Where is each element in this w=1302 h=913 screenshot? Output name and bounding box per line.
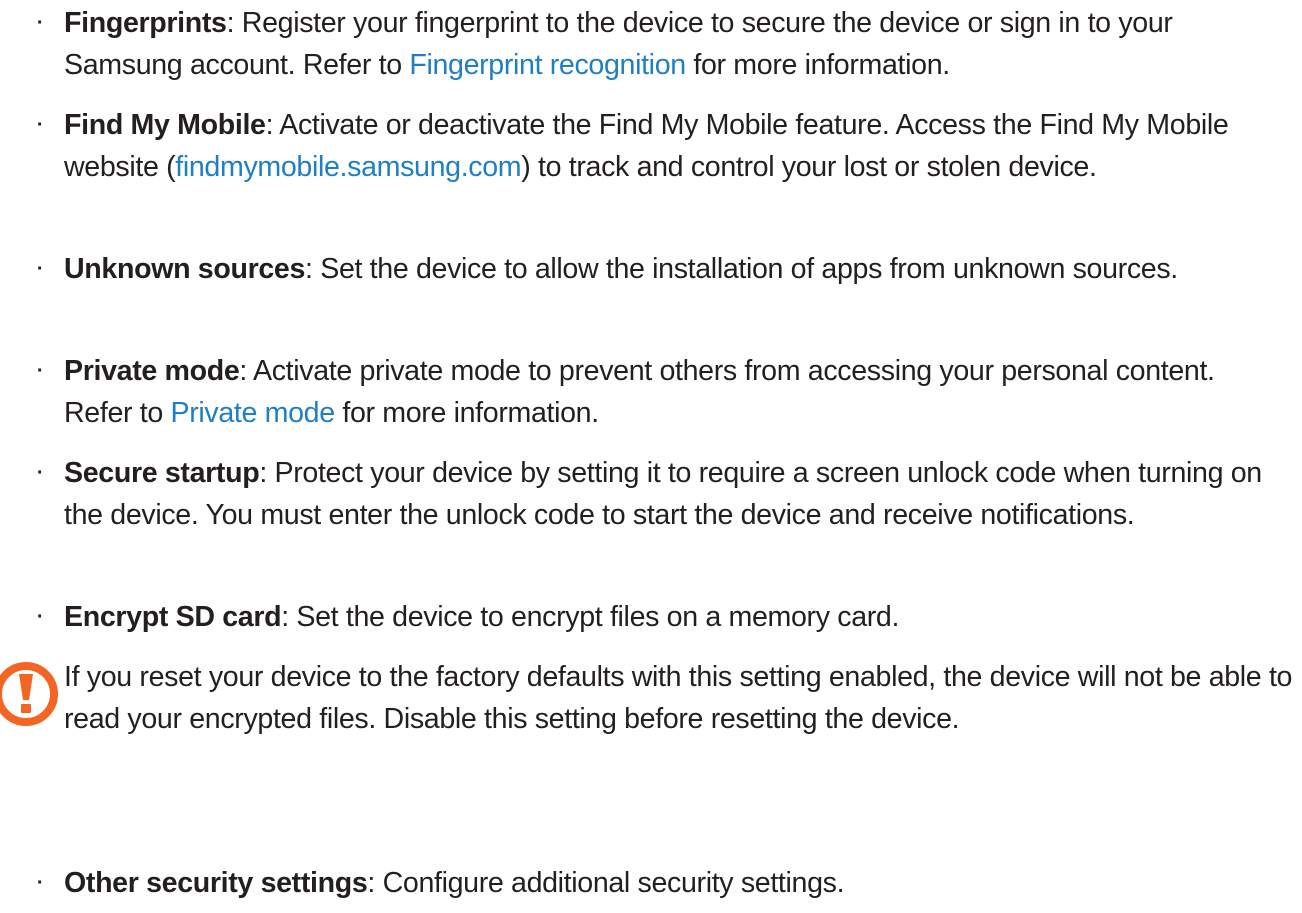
list-item-text: Fingerprints: Register your fingerprint … [64, 2, 1290, 86]
list-item-other-security-settings: · Other security settings: Configure add… [32, 862, 1290, 904]
list-item-text: Unknown sources: Set the device to allow… [64, 248, 1290, 290]
term-unknown-sources: Unknown sources [64, 253, 306, 285]
link-private-mode[interactable]: Private mode [171, 397, 336, 429]
term-fingerprints: Fingerprints [64, 7, 227, 39]
list-item-secure-startup: · Secure startup: Protect your device by… [32, 452, 1290, 578]
description-text: for more information. [685, 49, 950, 81]
term-other-security-settings: Other security settings [64, 867, 368, 899]
description-text: for more information. [334, 397, 599, 429]
list-item-text: Secure startup: Protect your device by s… [64, 452, 1290, 536]
description-text: : Set the device to allow the installati… [305, 253, 1178, 285]
settings-description-page: · Fingerprints: Register your fingerprin… [0, 0, 1302, 913]
bullet: · [36, 606, 44, 628]
term-secure-startup: Secure startup [64, 457, 260, 489]
term-encrypt-sd-card: Encrypt SD card [64, 601, 282, 633]
bullet: · [36, 360, 44, 382]
list-item-text: Encrypt SD card: Set the device to encry… [64, 596, 1290, 638]
term-private-mode: Private mode [64, 355, 240, 387]
bullet: · [36, 114, 44, 136]
description-text: : Configure additional security settings… [367, 867, 845, 899]
description-text: ) to track and control your lost or stol… [521, 151, 1097, 183]
description-text: : Set the device to encrypt files on a m… [281, 601, 900, 633]
list-item-text: Other security settings: Configure addit… [64, 862, 1290, 904]
bullet: · [36, 872, 44, 894]
caution-text: If you reset your device to the factory … [64, 661, 1293, 735]
link-findmymobile[interactable]: findmymobile.samsung.com [175, 151, 521, 183]
list-item-text: Private mode: Activate private mode to p… [64, 350, 1290, 434]
list-item-private-mode: · Private mode: Activate private mode to… [32, 350, 1290, 434]
caution-icon [0, 662, 58, 726]
list-item-encrypt-sd-card: · Encrypt SD card: Set the device to enc… [32, 596, 1290, 638]
bullet: · [36, 258, 44, 280]
link-fingerprint-recognition[interactable]: Fingerprint recognition [409, 49, 686, 81]
list-item-find-my-mobile: · Find My Mobile: Activate or deactivate… [32, 104, 1290, 230]
list-item-unknown-sources: · Unknown sources: Set the device to all… [32, 248, 1290, 332]
list-item-text: Find My Mobile: Activate or deactivate t… [64, 104, 1290, 188]
term-find-my-mobile: Find My Mobile [64, 109, 266, 141]
bullet: · [36, 462, 44, 484]
bullet: · [36, 12, 44, 34]
caution-note: If you reset your device to the factory … [0, 656, 1302, 786]
list-item-fingerprints: · Fingerprints: Register your fingerprin… [32, 2, 1290, 86]
